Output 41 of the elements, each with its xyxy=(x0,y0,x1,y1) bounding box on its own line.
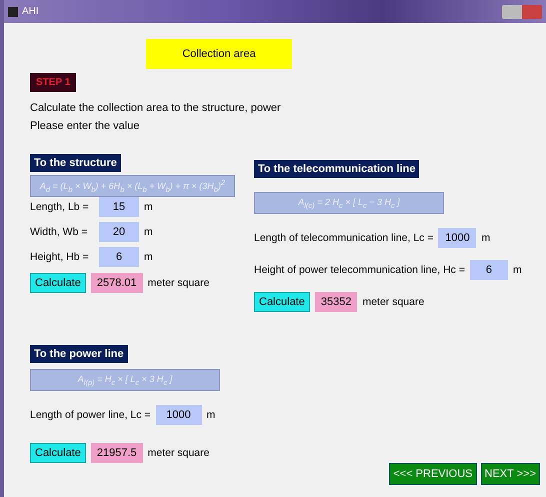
next-button[interactable]: NEXT >>> xyxy=(480,463,540,485)
formula-bar: A$_{d}$ = (L$_{b}$ × W$_{b}$) + 6H$_{b}$ × (L$_{b}$ + W$_{b}$) + π × (3H$_{b}$)$^{2}$ xyxy=(30,175,235,197)
unit-label: meter square xyxy=(148,277,210,289)
calculate-button[interactable]: Calculate xyxy=(30,443,86,463)
unit-label: m xyxy=(512,264,522,276)
field-label: Width, Wb = xyxy=(30,226,88,238)
result-value: 2578.01 xyxy=(90,273,143,293)
field-label: Height of power telecommunication line, Hc = xyxy=(254,264,465,276)
result-value: 35352 xyxy=(314,292,358,312)
formula-bar: A$_{l(p)}$ = H$_{c}$ × [ L$_{c}$ × 3 H$_{c}$ ] xyxy=(30,369,220,391)
field-label: Height, Hb = xyxy=(30,251,90,263)
banner-title: Collection area xyxy=(146,39,292,69)
result-value: 21957.5 xyxy=(90,443,143,463)
input-field[interactable]: 1000 xyxy=(438,228,476,248)
input-field[interactable]: 20 xyxy=(99,222,139,242)
unit-label: m xyxy=(144,201,153,213)
input-field[interactable]: 1000 xyxy=(156,405,202,425)
input-field[interactable]: 15 xyxy=(99,197,139,217)
calculate-button[interactable]: Calculate xyxy=(30,273,86,293)
previous-button[interactable]: <<< PREVIOUS xyxy=(389,463,477,485)
unit-label: m xyxy=(206,409,216,421)
section-heading: To the telecommunication line xyxy=(254,160,420,178)
unit-label: meter square xyxy=(362,296,424,308)
unit-label: m xyxy=(144,226,153,238)
step-label: STEP 1 xyxy=(30,73,76,92)
field-label: Length of telecommunication line, Lc = xyxy=(254,232,434,244)
formula-bar: A$_{l(c)}$ = 2 H$_{c}$ × [ L$_{c}$ − 3 H$_{c}$ ] xyxy=(254,192,444,214)
instruction-text: Please enter the value xyxy=(30,120,140,132)
field-label: Length, Lb = xyxy=(30,201,90,213)
unit-label: meter square xyxy=(148,447,210,459)
instruction-text: Calculate the collection area to the structure, power xyxy=(30,102,282,114)
window-title: AHI xyxy=(22,6,40,17)
unit-label: m xyxy=(144,251,153,263)
section-heading: To the power line xyxy=(30,345,128,363)
unit-label: m xyxy=(481,232,490,244)
input-field[interactable]: 6 xyxy=(470,260,508,280)
field-label: Length of power line, Lc = xyxy=(30,409,151,421)
input-field[interactable]: 6 xyxy=(99,247,139,267)
section-heading: To the structure xyxy=(30,154,121,172)
calculate-button[interactable]: Calculate xyxy=(254,292,310,312)
app-icon xyxy=(8,6,18,16)
